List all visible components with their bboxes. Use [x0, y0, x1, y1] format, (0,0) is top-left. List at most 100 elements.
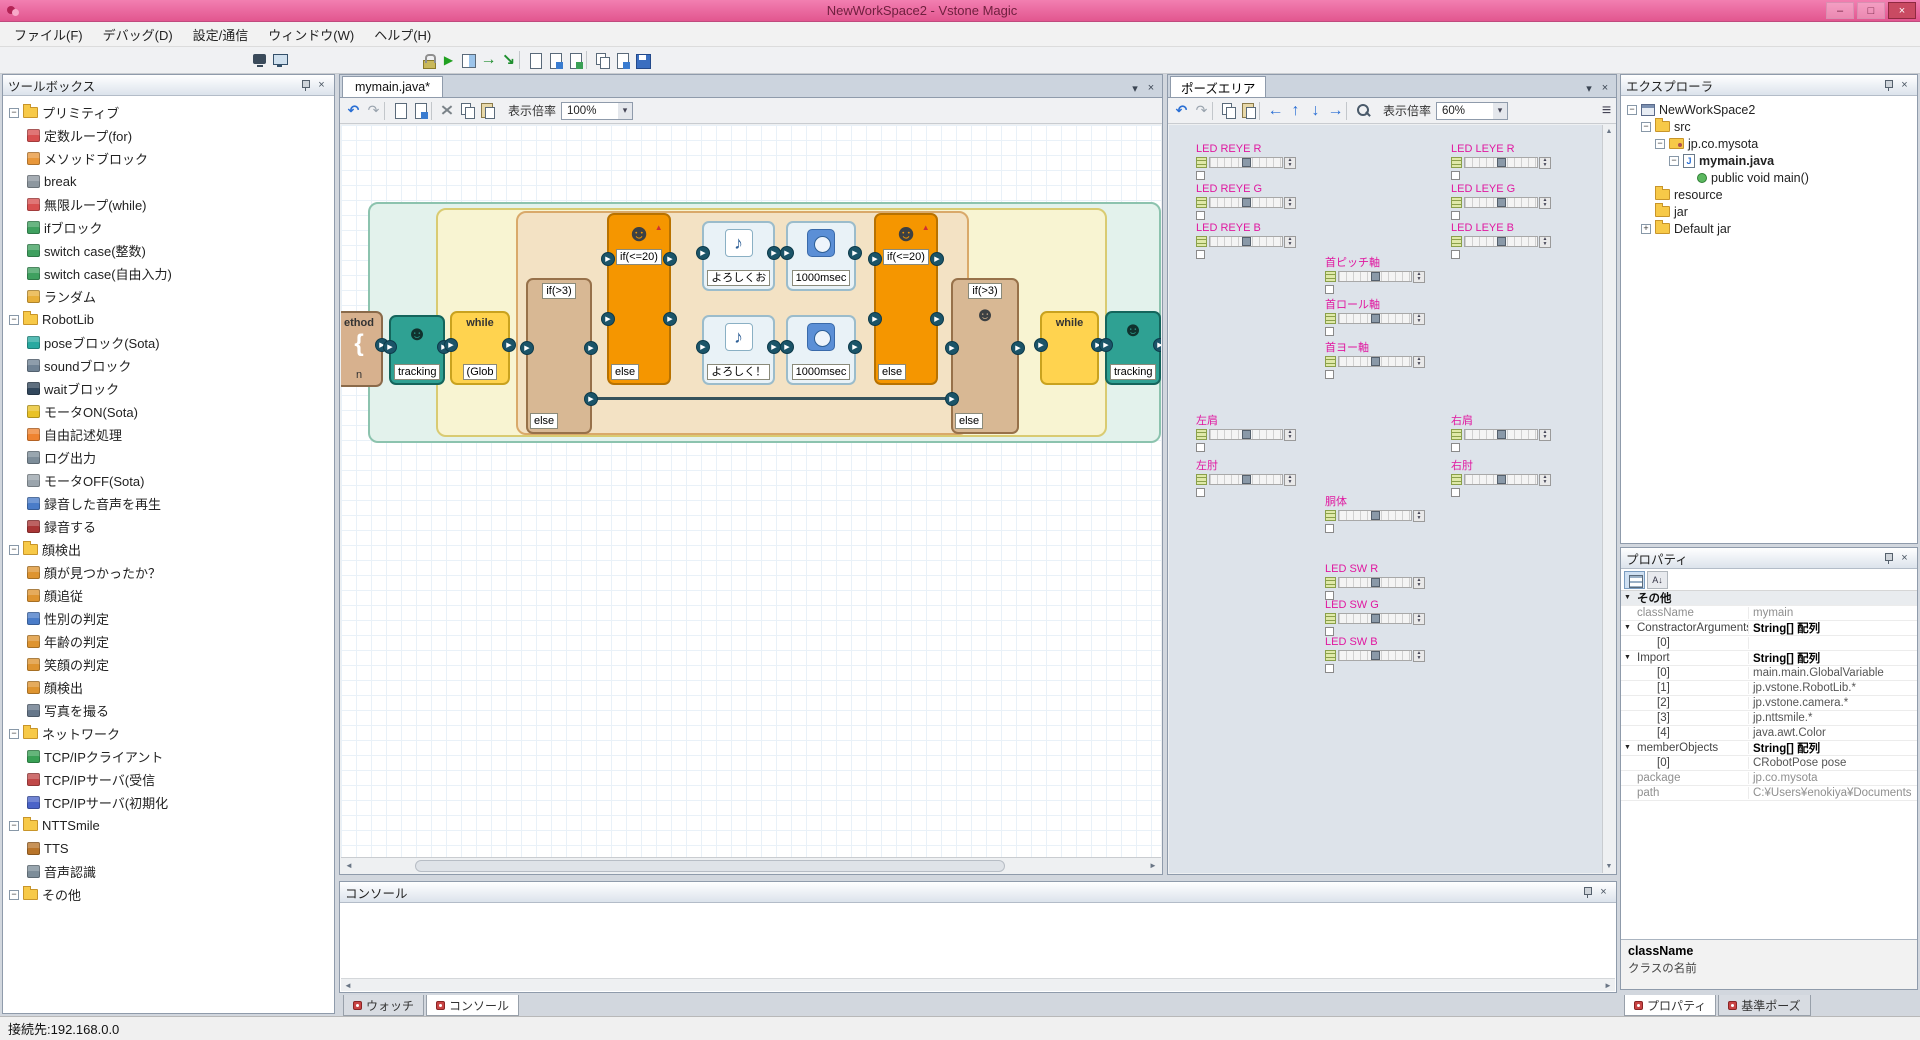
pose-toolbar-button[interactable] [1192, 101, 1211, 120]
pin-icon[interactable] [299, 78, 312, 93]
slider-reset-button[interactable] [1325, 510, 1336, 521]
property-row[interactable]: ▼ memberObjects String[] 配列 [1621, 741, 1917, 756]
pose-toolbar-button[interactable] [1259, 102, 1265, 120]
toolbar-button[interactable] [546, 51, 565, 70]
chevron-down-icon[interactable]: ▾ [1127, 79, 1143, 97]
toolbox-item[interactable]: switch case(整数) [3, 239, 334, 262]
property-row[interactable]: ▼ [4] java.awt.Color [1621, 726, 1917, 741]
slider-reset-button[interactable] [1451, 474, 1462, 485]
property-value[interactable]: jp.vstone.RobotLib.* [1749, 682, 1917, 694]
property-value[interactable]: String[] 配列 [1749, 650, 1917, 666]
pin-icon[interactable] [1882, 551, 1895, 566]
slider-spinner[interactable]: ▲▼ [1539, 197, 1551, 209]
slider-checkbox[interactable] [1325, 327, 1334, 336]
slider-track[interactable] [1338, 613, 1412, 624]
property-value[interactable]: java.awt.Color [1749, 727, 1917, 739]
slider-reset-button[interactable] [1325, 356, 1336, 367]
toolbox-item[interactable]: 写真を撮る [3, 699, 334, 722]
toolbar-button[interactable] [613, 51, 632, 70]
toolbox-item[interactable]: メソッドブロック [3, 147, 334, 170]
slider-spinner[interactable]: ▲▼ [1539, 429, 1551, 441]
scroll-right-icon[interactable]: ► [1601, 979, 1615, 991]
property-row[interactable]: ▼ その他 [1621, 591, 1917, 606]
property-row[interactable]: ▼ [3] jp.nttsmile.* [1621, 711, 1917, 726]
slider-thumb[interactable] [1242, 430, 1251, 439]
connector-icon[interactable] [444, 338, 458, 352]
toolbox-item[interactable]: 自由記述処理 [3, 423, 334, 446]
slider-track[interactable] [1209, 474, 1283, 485]
slider-thumb[interactable] [1242, 475, 1251, 484]
explorer-item[interactable]: resource [1621, 186, 1917, 203]
flow-block[interactable]: ethod { n [341, 311, 383, 387]
close-button[interactable]: × [1888, 2, 1916, 19]
slider-spinner[interactable]: ▲▼ [1539, 236, 1551, 248]
scroll-down-icon[interactable]: ▼ [1603, 860, 1615, 873]
slider-thumb[interactable] [1371, 511, 1380, 520]
slider-track[interactable] [1464, 429, 1538, 440]
slider-reset-button[interactable] [1325, 613, 1336, 624]
slider-thumb[interactable] [1371, 357, 1380, 366]
connector-icon[interactable] [383, 340, 397, 354]
toolbox-item[interactable]: 顔検出 [3, 538, 334, 561]
editor-toolbar-button[interactable] [411, 101, 430, 120]
slider-reset-button[interactable] [1196, 197, 1207, 208]
editor-toolbar-button[interactable] [431, 102, 437, 120]
slider-thumb[interactable] [1497, 237, 1506, 246]
toolbox-item[interactable]: 顔が見つかったか？ [3, 561, 334, 584]
pose-menu-button[interactable] [1597, 101, 1616, 120]
slider-thumb[interactable] [1371, 651, 1380, 660]
pose-toolbar-button[interactable] [1306, 101, 1325, 120]
expander-icon[interactable] [1641, 122, 1651, 132]
dock-tab[interactable]: コンソール [426, 995, 519, 1016]
slider-reset-button[interactable] [1325, 271, 1336, 282]
expander-icon[interactable] [1655, 139, 1665, 149]
slider-reset-button[interactable] [1451, 157, 1462, 168]
toolbox-item[interactable]: TCP/IPサーバ(初期化 [3, 791, 334, 814]
toolbox-item[interactable]: TTS [3, 837, 334, 860]
expander-icon[interactable] [1641, 224, 1651, 234]
property-row[interactable]: ▼ [2] jp.vstone.camera.* [1621, 696, 1917, 711]
explorer-item[interactable]: mymain.java [1621, 152, 1917, 169]
pose-canvas[interactable]: LED REYE R ▲▼ LED REYE G ▲▼ LED REYE B [1169, 125, 1602, 873]
slider-spinner[interactable]: ▲▼ [1413, 356, 1425, 368]
property-row[interactable]: ▼ className mymain [1621, 606, 1917, 621]
editor-toolbar-button[interactable] [384, 102, 390, 120]
toolbox-item[interactable]: break [3, 170, 334, 193]
property-row[interactable]: ▼ [0] main.main.GlobalVariable [1621, 666, 1917, 681]
slider-track[interactable] [1209, 236, 1283, 247]
slider-track[interactable] [1464, 474, 1538, 485]
menu-item[interactable]: ヘルプ(H) [364, 22, 441, 46]
slider-spinner[interactable]: ▲▼ [1284, 157, 1296, 169]
toolbox-item[interactable]: 録音する [3, 515, 334, 538]
slider-track[interactable] [1338, 510, 1412, 521]
toolbar-button[interactable] [419, 51, 438, 70]
connector-icon[interactable] [868, 312, 882, 326]
chevron-down-icon[interactable]: ▾ [1581, 79, 1597, 97]
horizontal-scrollbar[interactable]: ◄ ► [341, 857, 1161, 873]
expander-icon[interactable] [9, 729, 19, 739]
toolbox-item[interactable]: 顔検出 [3, 676, 334, 699]
slider-spinner[interactable]: ▲▼ [1539, 157, 1551, 169]
slider-track[interactable] [1464, 197, 1538, 208]
slider-track[interactable] [1209, 429, 1283, 440]
slider-thumb[interactable] [1497, 198, 1506, 207]
close-icon[interactable]: × [1597, 79, 1613, 97]
toolbox-item[interactable]: 笑顔の判定 [3, 653, 334, 676]
toolbox-item[interactable]: その他 [3, 883, 334, 906]
slider-spinner[interactable]: ▲▼ [1284, 429, 1296, 441]
connector-icon[interactable] [767, 246, 781, 260]
slider-spinner[interactable]: ▲▼ [1413, 271, 1425, 283]
slider-thumb[interactable] [1371, 272, 1380, 281]
slider-checkbox[interactable] [1325, 524, 1334, 533]
slider-track[interactable] [1338, 313, 1412, 324]
toolbox-item[interactable]: RobotLib [3, 308, 334, 331]
slider-checkbox[interactable] [1325, 664, 1334, 673]
maximize-button[interactable]: □ [1857, 2, 1885, 19]
property-value[interactable]: jp.vstone.camera.* [1749, 697, 1917, 709]
pose-toolbar-button[interactable] [1286, 101, 1305, 120]
menu-item[interactable]: 設定/通信 [183, 22, 259, 46]
slider-reset-button[interactable] [1196, 474, 1207, 485]
slider-thumb[interactable] [1497, 158, 1506, 167]
connector-icon[interactable] [502, 338, 516, 352]
property-value[interactable]: jp.nttsmile.* [1749, 712, 1917, 724]
